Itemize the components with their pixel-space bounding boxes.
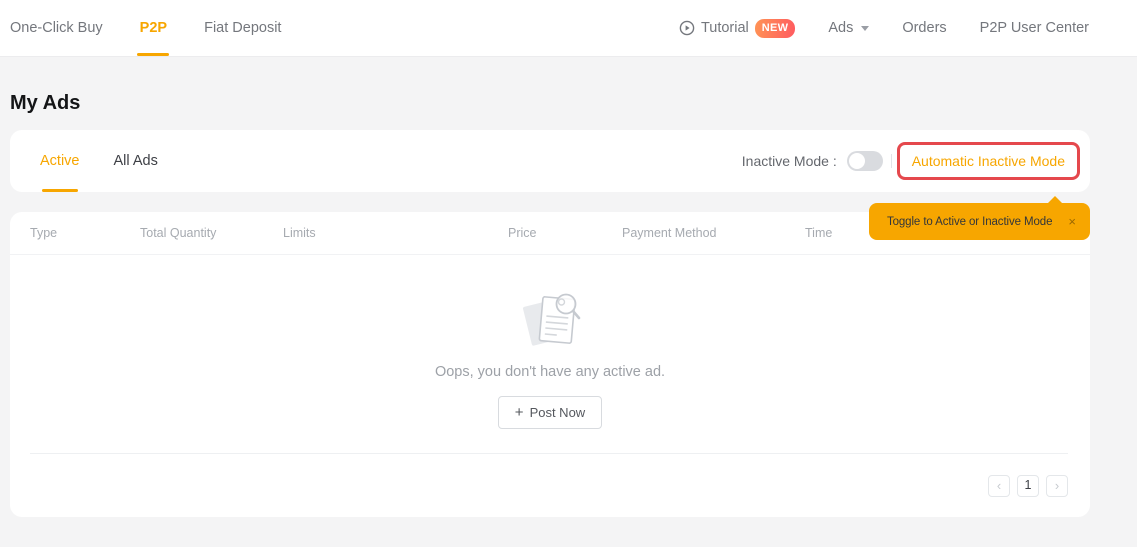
empty-state: Oops, you don't have any active ad. + Po… [10,255,1090,429]
pagination: ‹ 1 › [30,453,1068,517]
tutorial-link[interactable]: Tutorial NEW [679,18,796,38]
ads-tabs: Active All Ads [40,130,158,192]
ads-menu-label: Ads [828,20,854,36]
nav-item-fiat-deposit[interactable]: Fiat Deposit [204,0,281,56]
tooltip-text: Toggle to Active or Inactive Mode [886,215,1053,228]
tooltip-close-icon[interactable]: × [1068,215,1076,228]
no-ads-document-search-icon [516,291,584,354]
orders-link[interactable]: Orders [902,20,946,36]
red-highlight-annotation: Automatic Inactive Mode [896,142,1080,180]
nav-item-one-click-buy[interactable]: One-Click Buy [10,0,103,56]
column-header-price: Price [508,226,537,240]
tutorial-label: Tutorial [700,20,749,36]
nav-item-label: P2P [139,20,168,36]
empty-state-message: Oops, you don't have any active ad. [434,364,666,380]
pagination-prev-button[interactable]: ‹ [988,474,1010,497]
pagination-next-button[interactable]: › [1046,474,1068,497]
tab-all-ads-label: All Ads [113,153,158,169]
main-content: My Ads Active All Ads Inactive Mode : Au… [10,92,1090,517]
post-now-label: Post Now [529,405,586,420]
automatic-inactive-mode-link[interactable]: Automatic Inactive Mode [912,153,1065,169]
tab-active-label: Active [40,153,80,169]
new-badge: NEW [754,18,796,38]
inactive-mode-label: Inactive Mode : [741,153,837,169]
toggle-knob [848,153,865,169]
p2p-user-center-label: P2P User Center [979,20,1089,36]
column-header-payment-method: Payment Method [622,226,717,240]
nav-item-p2p[interactable]: P2P [140,0,167,56]
tab-all-ads[interactable]: All Ads [114,130,158,192]
orders-label: Orders [902,20,947,36]
toggle-mode-tooltip: Toggle to Active or Inactive Mode × [868,196,1090,240]
tab-bar-card: Active All Ads Inactive Mode : Automatic… [10,130,1090,192]
play-circle-icon [679,20,695,36]
inactive-mode-control: Inactive Mode : Automatic Inactive Mode [742,142,1080,180]
vertical-divider [890,154,892,168]
column-header-total-quantity: Total Quantity [140,226,217,240]
p2p-user-center-link[interactable]: P2P User Center [980,20,1089,36]
nav-left-group: One-Click Buy P2P Fiat Deposit [10,0,318,56]
nav-right-group: Tutorial NEW Ads Orders P2P User Center [679,0,1089,56]
pagination-page-1-button[interactable]: 1 [1017,474,1039,497]
ads-table-card: Type Total Quantity Limits Price Payment… [10,212,1090,517]
nav-item-label: One-Click Buy [10,20,103,36]
top-navigation: One-Click Buy P2P Fiat Deposit Tutorial … [0,0,1137,57]
post-now-button[interactable]: + Post Now [497,396,603,429]
tab-active[interactable]: Active [40,130,80,192]
chevron-down-icon [861,25,870,31]
page-title: My Ads [10,92,81,114]
column-header-limits: Limits [283,226,316,240]
inactive-mode-toggle[interactable] [846,151,883,171]
nav-item-label: Fiat Deposit [204,20,282,36]
ads-menu[interactable]: Ads [828,20,870,36]
plus-icon: + [514,404,524,421]
column-header-type: Type [30,226,58,240]
